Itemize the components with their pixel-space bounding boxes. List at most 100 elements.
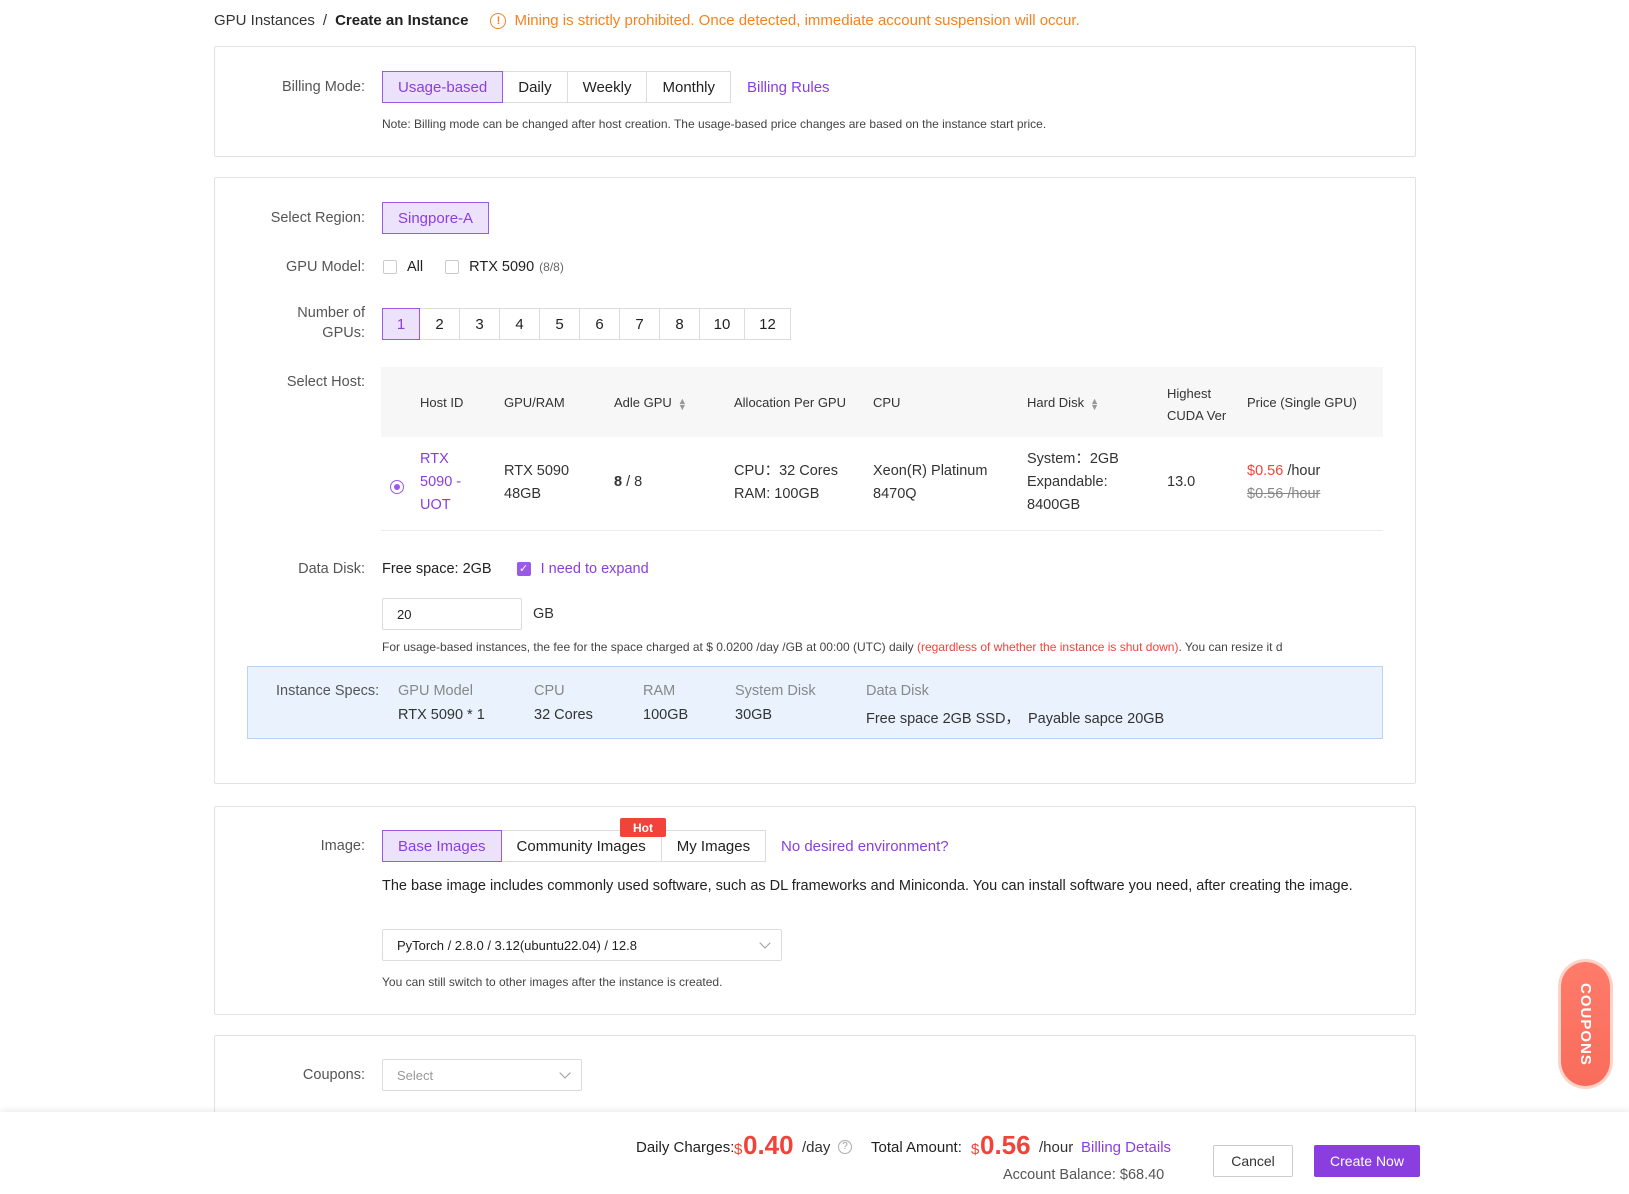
host-price-value: $0.56 bbox=[1247, 463, 1284, 479]
help-icon[interactable]: ? bbox=[838, 1140, 852, 1154]
gpu-model-rtx5090-checkbox[interactable] bbox=[445, 260, 460, 274]
spec-head: GPU Model bbox=[398, 683, 473, 699]
host-table-header: Host ID GPU/RAM Adle GPU ▲ ▼ Allocation Pe… bbox=[381, 367, 1383, 437]
host-hard-disk: System：2GB Expandable: 8400GB bbox=[1027, 448, 1119, 517]
gpu-count-option[interactable]: 10 bbox=[699, 308, 745, 340]
select-host-label: Select Host: bbox=[286, 374, 365, 390]
billing-rules-link[interactable]: Billing Rules bbox=[747, 79, 830, 96]
tab-my-images[interactable]: My Images bbox=[660, 830, 767, 862]
sort-icon[interactable]: ▲ ▼ bbox=[678, 396, 687, 411]
image-select[interactable]: PyTorch / 2.8.0 / 3.12(ubuntu22.04) / 12… bbox=[382, 929, 782, 961]
tab-base-images[interactable]: Base Images bbox=[382, 830, 502, 862]
th-idle-gpu-label: Adle GPU bbox=[614, 395, 672, 410]
billing-details-link[interactable]: Billing Details bbox=[1081, 1139, 1171, 1156]
breadcrumb-separator: / bbox=[322, 12, 328, 29]
gpu-count-option[interactable]: 8 bbox=[659, 308, 700, 340]
gpu-count-segment: 1 2 3 4 5 6 7 8 10 12 bbox=[382, 308, 791, 340]
th-hard-disk[interactable]: Hard Disk ▲ ▼ bbox=[1027, 395, 1099, 411]
gpu-count-option[interactable]: 2 bbox=[419, 308, 460, 340]
image-select-value: PyTorch / 2.8.0 / 3.12(ubuntu22.04) / 12… bbox=[397, 937, 637, 953]
daily-charges-value: 0.40 bbox=[743, 1130, 794, 1160]
image-label: Image: bbox=[320, 838, 365, 854]
region-segment: Singpore-A bbox=[382, 202, 490, 234]
billing-option-weekly[interactable]: Weekly bbox=[566, 71, 648, 103]
breadcrumb-current: Create an Instance bbox=[335, 12, 469, 29]
image-description: The base image includes commonly used so… bbox=[382, 878, 1353, 894]
instance-config-card: Select Region: Singpore-A GPU Model: All… bbox=[214, 177, 1416, 784]
gpu-count-option[interactable]: 1 bbox=[382, 308, 420, 340]
region-option-singpore-a[interactable]: Singpore-A bbox=[382, 202, 490, 234]
instance-specs-panel: Instance Specs: GPU Model RTX 5090 * 1 C… bbox=[247, 666, 1383, 739]
image-tabs: Base Images Community Images My Images bbox=[382, 830, 767, 862]
billing-option-usage-based[interactable]: Usage-based bbox=[382, 71, 504, 103]
info-icon: ! bbox=[490, 12, 507, 29]
spec-head: RAM bbox=[643, 683, 676, 699]
host-cpu-l2: 8470Q bbox=[873, 486, 917, 502]
data-disk-label: Data Disk: bbox=[298, 561, 365, 577]
expand-label[interactable]: I need to expand bbox=[541, 561, 649, 577]
billing-card: Billing Mode: Usage-based Daily Weekly M… bbox=[214, 46, 1416, 157]
image-note: You can still switch to other images aft… bbox=[382, 975, 723, 989]
create-now-button[interactable]: Create Now bbox=[1314, 1145, 1420, 1177]
host-id-link[interactable]: RTX 5090 - UOT bbox=[420, 448, 461, 517]
gpu-count-option[interactable]: 6 bbox=[579, 308, 620, 340]
host-disk-l2: Expandable: bbox=[1027, 474, 1108, 490]
billing-option-monthly[interactable]: Monthly bbox=[646, 71, 732, 103]
th-cpu: CPU bbox=[873, 395, 901, 410]
th-cuda-line2: CUDA Ver bbox=[1167, 408, 1227, 423]
host-disk-l3: 8400GB bbox=[1027, 497, 1081, 513]
sort-icon[interactable]: ▲ ▼ bbox=[1090, 396, 1099, 411]
free-space-text: Free space: 2GB bbox=[382, 561, 492, 577]
region-label: Select Region: bbox=[270, 210, 365, 226]
total-currency: $ bbox=[971, 1141, 980, 1158]
data-disk-size-input[interactable]: 20 bbox=[382, 598, 522, 630]
gpu-count-option[interactable]: 12 bbox=[744, 308, 791, 340]
host-radio[interactable] bbox=[390, 475, 404, 498]
billing-mode-segment: Usage-based Daily Weekly Monthly bbox=[382, 71, 732, 103]
gpu-count-option[interactable]: 5 bbox=[539, 308, 580, 340]
gpu-count-option[interactable]: 3 bbox=[459, 308, 500, 340]
data-disk-note-b: . You can resize it d bbox=[1178, 640, 1283, 654]
host-disk-l1: System：2GB bbox=[1027, 451, 1119, 467]
gpu-count-label-line2: GPUs: bbox=[322, 325, 365, 341]
host-idle-available: 8 bbox=[614, 474, 623, 490]
host-table: Host ID GPU/RAM Adle GPU ▲ ▼ Allocation Pe… bbox=[381, 367, 1383, 531]
billing-option-daily[interactable]: Daily bbox=[502, 71, 568, 103]
host-idle-gpu: 8 / 8 bbox=[614, 471, 642, 494]
data-disk-unit: GB bbox=[533, 606, 554, 622]
host-allocation: CPU：32 Cores RAM: 100GB bbox=[734, 460, 838, 506]
host-price-unit: /hour bbox=[1287, 463, 1321, 479]
host-cpu: Xeon(R) Platinum 8470Q bbox=[873, 460, 987, 506]
breadcrumb: GPU Instances / Create an Instance ! Min… bbox=[214, 12, 1080, 29]
coupons-float-button[interactable]: COUPONS bbox=[1561, 962, 1610, 1086]
coupons-select[interactable]: Select bbox=[382, 1059, 582, 1091]
breadcrumb-parent[interactable]: GPU Instances bbox=[214, 12, 315, 29]
gpu-model-label: GPU Model: bbox=[286, 259, 365, 275]
gpu-count-option[interactable]: 4 bbox=[499, 308, 540, 340]
coupons-card: Coupons: Select bbox=[214, 1035, 1416, 1115]
host-gpu: RTX 5090 bbox=[504, 463, 570, 479]
gpu-model-all-label[interactable]: All bbox=[407, 259, 423, 275]
data-disk-note-red: (regardless of whether the instance is s… bbox=[916, 640, 1179, 654]
data-disk-row: Free space: 2GB ✓ I need to expand bbox=[382, 561, 649, 577]
spec-value: RTX 5090 * 1 bbox=[398, 707, 485, 723]
no-desired-environment-link[interactable]: No desired environment? bbox=[781, 838, 949, 855]
th-idle-gpu[interactable]: Adle GPU ▲ ▼ bbox=[614, 395, 687, 411]
gpu-count-label-line1: Number of bbox=[297, 305, 365, 321]
host-price-original: $0.56 /hour bbox=[1247, 486, 1321, 502]
spec-value: 32 Cores bbox=[534, 707, 593, 723]
host-idle-total: / 8 bbox=[626, 474, 643, 490]
gpu-model-rtx5090-label[interactable]: RTX 5090 bbox=[469, 259, 534, 275]
billing-mode-label: Billing Mode: bbox=[281, 79, 365, 95]
host-gpu-ram: RTX 5090 48GB bbox=[504, 460, 569, 506]
gpu-model-all-checkbox[interactable] bbox=[383, 260, 397, 274]
total-unit: /hour bbox=[1039, 1139, 1074, 1156]
expand-checkbox[interactable]: ✓ bbox=[516, 562, 531, 576]
total-amount-label: Total Amount: bbox=[871, 1139, 962, 1156]
daily-currency: $ bbox=[734, 1141, 743, 1158]
table-row[interactable]: RTX 5090 - UOT RTX 5090 48GB 8 / 8 CPU：3… bbox=[381, 437, 1383, 531]
daily-charges-label: Daily Charges: bbox=[636, 1139, 735, 1156]
cancel-button[interactable]: Cancel bbox=[1213, 1145, 1293, 1177]
th-cuda: Highest CUDA Ver bbox=[1167, 383, 1226, 427]
gpu-count-option[interactable]: 7 bbox=[619, 308, 660, 340]
